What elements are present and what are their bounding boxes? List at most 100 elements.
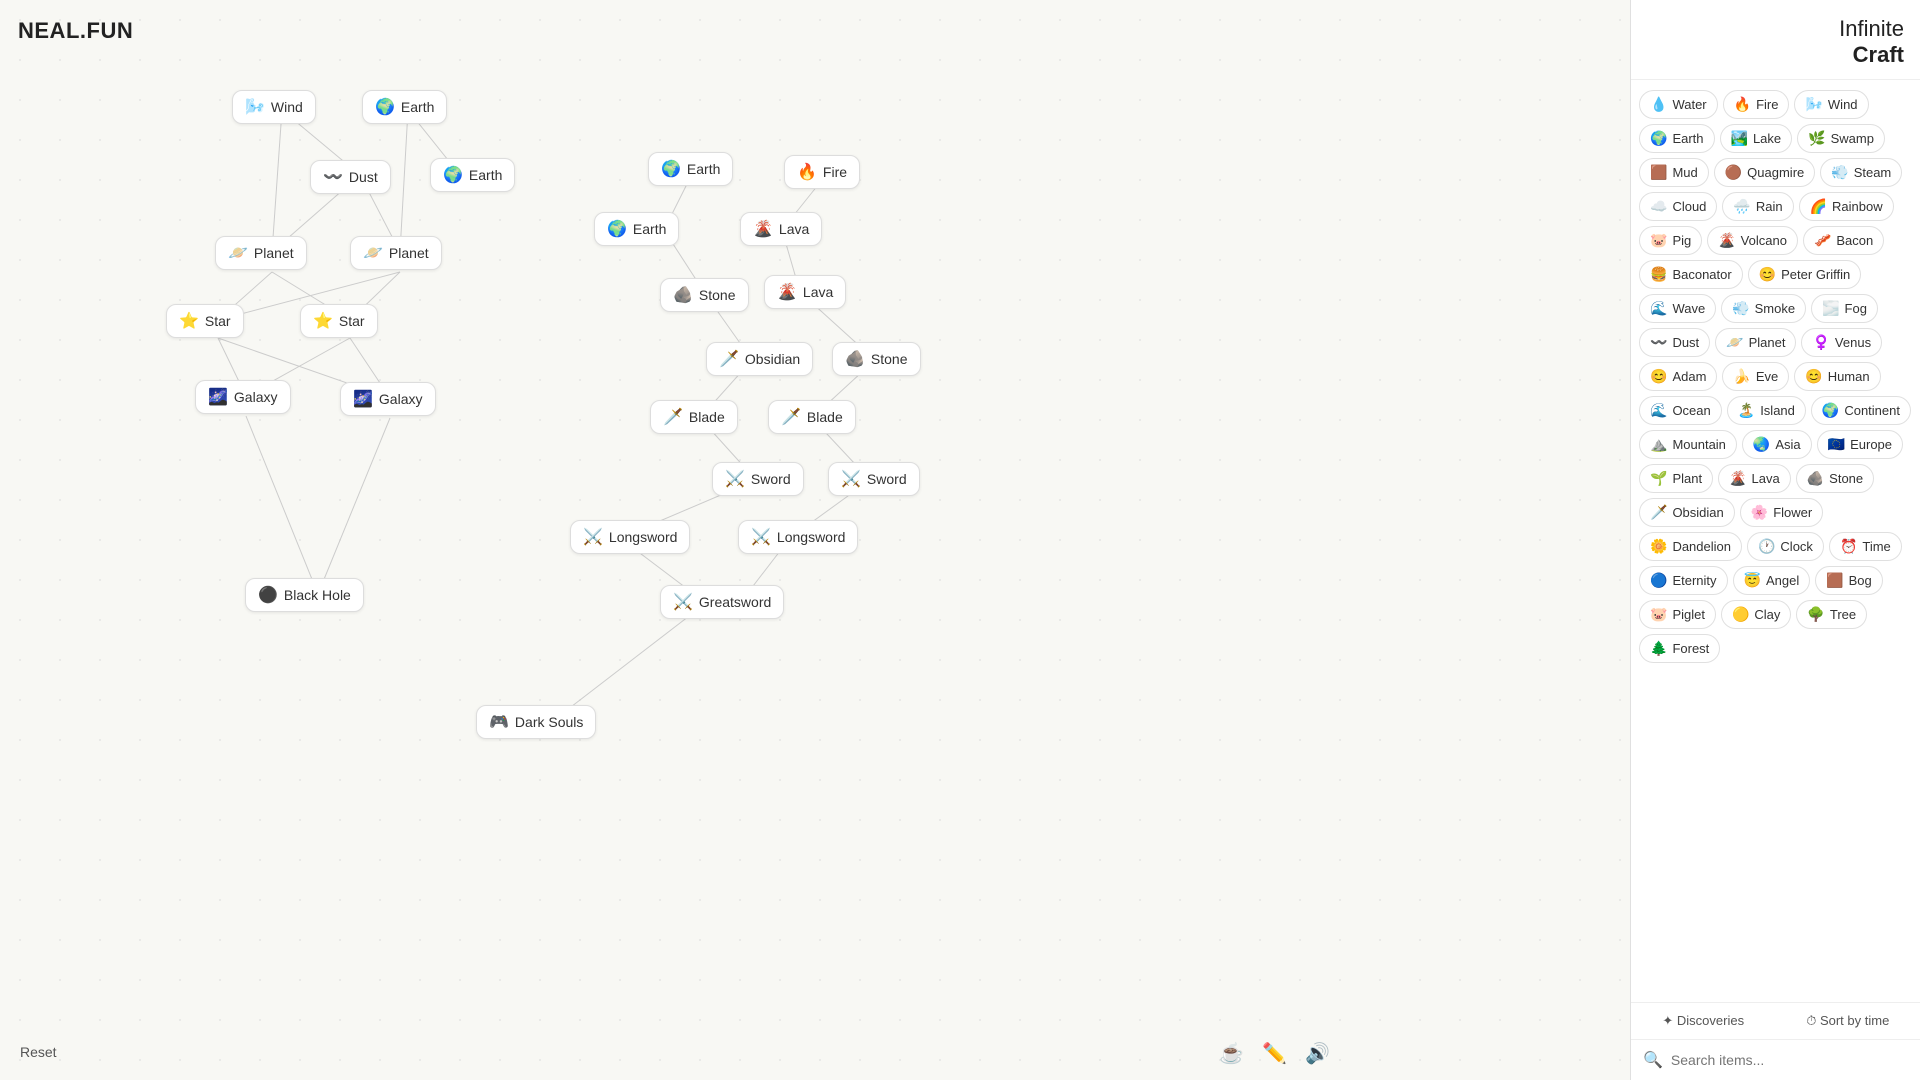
sidebar-item-mud[interactable]: 🟫Mud [1639,158,1709,187]
chip-emoji: 🗡️ [1650,504,1667,521]
chip-emoji: 🌊 [1650,402,1667,419]
canvas-item-planet1[interactable]: 🪐Planet [215,236,307,270]
chip-label: Fire [1756,97,1778,112]
sidebar-item-peter-griffin[interactable]: 😊Peter Griffin [1748,260,1862,289]
chip-label: Adam [1672,369,1706,384]
canvas-item-fire1[interactable]: 🔥Fire [784,155,860,189]
sidebar-item-bog[interactable]: 🟫Bog [1815,566,1883,595]
sidebar-item-pig[interactable]: 🐷Pig [1639,226,1702,255]
sidebar-item-fog[interactable]: 🌫️Fog [1811,294,1878,323]
sidebar-item-earth[interactable]: 🌍Earth [1639,124,1715,153]
bottom-toolbar: ☕ ✏️ 🔊 [1219,1041,1330,1066]
canvas-item-earth2[interactable]: 🌍Earth [430,158,515,192]
sidebar-item-lake[interactable]: 🏞️Lake [1720,124,1793,153]
sidebar-item-baconator[interactable]: 🍔Baconator [1639,260,1743,289]
sidebar-item-quagmire[interactable]: 🟤Quagmire [1714,158,1816,187]
canvas-item-earth1[interactable]: 🌍Earth [362,90,447,124]
sidebar-item-continent[interactable]: 🌍Continent [1811,396,1911,425]
sidebar-item-cloud[interactable]: ☁️Cloud [1639,192,1717,221]
sidebar-item-eve[interactable]: 🍌Eve [1722,362,1789,391]
sidebar-item-stone[interactable]: 🪨Stone [1796,464,1874,493]
sidebar-item-time[interactable]: ⏰Time [1829,532,1902,561]
canvas-item-star1[interactable]: ⭐Star [166,304,244,338]
sidebar-item-lava[interactable]: 🌋Lava [1718,464,1791,493]
sidebar-item-bacon[interactable]: 🥓Bacon [1803,226,1884,255]
chip-label: Asia [1775,437,1800,452]
sidebar-item-venus[interactable]: ♀️Venus [1801,328,1882,357]
canvas-item-earth4[interactable]: 🌍Earth [594,212,679,246]
sidebar-item-dust[interactable]: 〰️Dust [1639,328,1710,357]
sidebar-item-europe[interactable]: 🇪🇺Europe [1817,430,1903,459]
canvas-item-planet2[interactable]: 🪐Planet [350,236,442,270]
canvas-item-blackhole1[interactable]: ⚫Black Hole [245,578,364,612]
canvas-item-galaxy1[interactable]: 🌌Galaxy [195,380,291,414]
chip-emoji: ⛰️ [1650,436,1667,453]
sidebar-item-forest[interactable]: 🌲Forest [1639,634,1720,663]
sidebar-item-island[interactable]: 🏝️Island [1727,396,1806,425]
sidebar-item-steam[interactable]: 💨Steam [1820,158,1902,187]
chip-emoji: 🍌 [1733,368,1750,385]
item-emoji: ⚫ [258,585,278,605]
sidebar-item-asia[interactable]: 🌏Asia [1742,430,1812,459]
item-emoji: 🔥 [797,162,817,182]
canvas-item-obsidian1[interactable]: 🗡️Obsidian [706,342,813,376]
canvas-item-stone2[interactable]: 🪨Stone [832,342,921,376]
sidebar-item-dandelion[interactable]: 🌼Dandelion [1639,532,1742,561]
chip-label: Dust [1672,335,1699,350]
sidebar-item-obsidian[interactable]: 🗡️Obsidian [1639,498,1735,527]
sidebar-item-clock[interactable]: 🕐Clock [1747,532,1824,561]
sound-icon[interactable]: 🔊 [1305,1041,1330,1066]
canvas-item-longsword1[interactable]: ⚔️Longsword [570,520,690,554]
sidebar-item-tree[interactable]: 🌳Tree [1796,600,1867,629]
item-emoji: 🌍 [443,165,463,185]
sidebar-item-mountain[interactable]: ⛰️Mountain [1639,430,1737,459]
sidebar-item-adam[interactable]: 😊Adam [1639,362,1717,391]
canvas-item-galaxy2[interactable]: 🌌Galaxy [340,382,436,416]
canvas-item-wind1[interactable]: 🌬️Wind [232,90,316,124]
edit-icon[interactable]: ✏️ [1262,1041,1287,1066]
canvas-item-sword1[interactable]: ⚔️Sword [712,462,804,496]
sidebar-item-water[interactable]: 💧Water [1639,90,1718,119]
canvas-item-blade1[interactable]: 🗡️Blade [650,400,738,434]
sidebar-item-eternity[interactable]: 🔵Eternity [1639,566,1728,595]
canvas-item-sword2[interactable]: ⚔️Sword [828,462,920,496]
sidebar-item-rainbow[interactable]: 🌈Rainbow [1799,192,1894,221]
canvas-item-blade2[interactable]: 🗡️Blade [768,400,856,434]
canvas-item-dust1[interactable]: 〰️Dust [310,160,391,194]
canvas-item-earth3[interactable]: 🌍Earth [648,152,733,186]
reset-button[interactable]: Reset [20,1044,57,1060]
canvas-item-star2[interactable]: ⭐Star [300,304,378,338]
sidebar-item-swamp[interactable]: 🌿Swamp [1797,124,1885,153]
cup-icon[interactable]: ☕ [1219,1041,1244,1066]
sidebar-item-planet[interactable]: 🪐Planet [1715,328,1796,357]
chip-emoji: 🟡 [1732,606,1749,623]
canvas-item-stone1[interactable]: 🪨Stone [660,278,749,312]
sidebar-item-volcano[interactable]: 🌋Volcano [1707,226,1798,255]
items-grid: 💧Water🔥Fire🌬️Wind 🌍Earth🏞️Lake🌿Swamp 🟫Mud🟤… [1631,80,1920,1002]
chip-emoji: 🟫 [1650,164,1667,181]
sort-tab[interactable]: ⏱ Sort by time [1776,1003,1920,1039]
canvas-item-darksouls1[interactable]: 🎮Dark Souls [476,705,596,739]
sidebar-item-angel[interactable]: 😇Angel [1733,566,1811,595]
discoveries-tab[interactable]: ✦ Discoveries [1631,1003,1776,1039]
canvas-item-greatsword1[interactable]: ⚔️Greatsword [660,585,784,619]
sidebar-item-clay[interactable]: 🟡Clay [1721,600,1791,629]
canvas-item-lava1[interactable]: 🌋Lava [740,212,822,246]
sidebar-item-wave[interactable]: 🌊Wave [1639,294,1716,323]
sidebar-item-flower[interactable]: 🌸Flower [1740,498,1823,527]
canvas-item-longsword2[interactable]: ⚔️Longsword [738,520,858,554]
sidebar-item-plant[interactable]: 🌱Plant [1639,464,1713,493]
sidebar-item-ocean[interactable]: 🌊Ocean [1639,396,1722,425]
chip-emoji: 🌧️ [1733,198,1750,215]
sidebar-item-piglet[interactable]: 🐷Piglet [1639,600,1716,629]
chip-emoji: 🐷 [1650,606,1667,623]
sidebar-item-human[interactable]: 😊Human [1794,362,1880,391]
canvas-area[interactable]: NEAL.FUN [0,0,1630,1080]
search-input[interactable] [1671,1052,1908,1068]
chip-emoji: ☁️ [1650,198,1667,215]
canvas-item-lava2[interactable]: 🌋Lava [764,275,846,309]
sidebar-item-fire[interactable]: 🔥Fire [1723,90,1790,119]
sidebar-item-wind[interactable]: 🌬️Wind [1794,90,1868,119]
sidebar-item-smoke[interactable]: 💨Smoke [1721,294,1806,323]
sidebar-item-rain[interactable]: 🌧️Rain [1722,192,1793,221]
